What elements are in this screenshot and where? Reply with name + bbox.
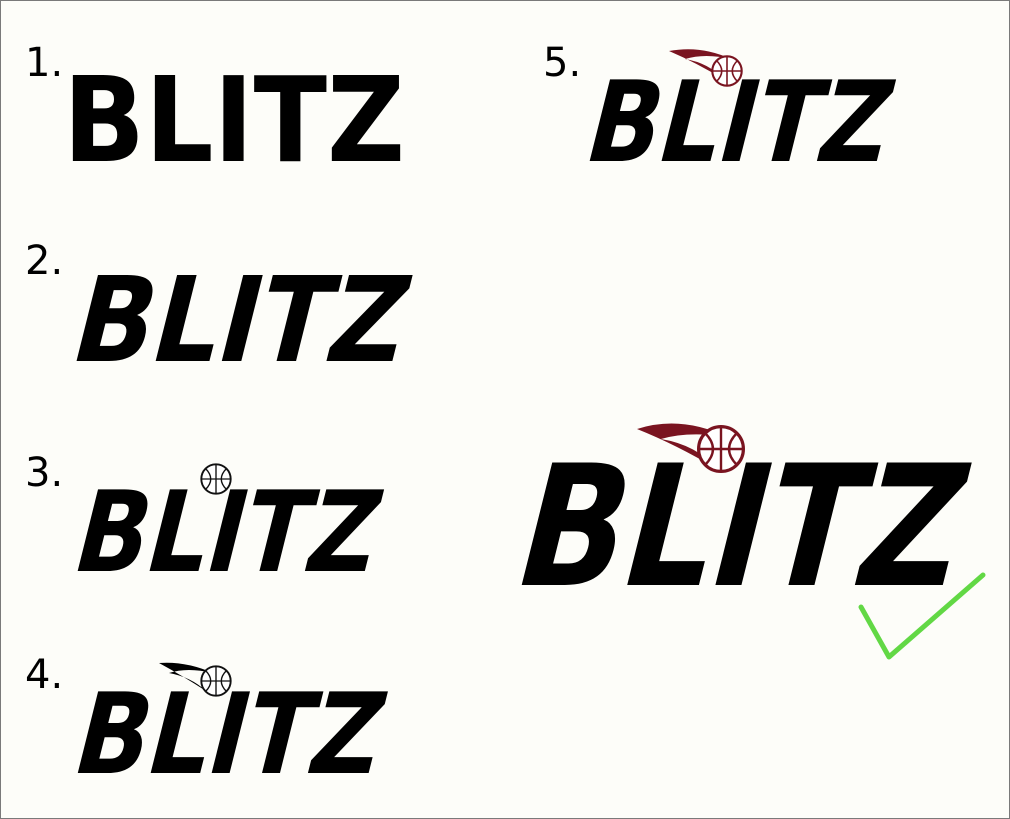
logo-artboard: BLITZ BLITZ BLITZ BLITZ BLITZ BLITZ — [60, 49, 988, 800]
logo-4-wordmark: BLITZ — [62, 669, 399, 800]
logo-3-basketball-icon — [200, 463, 232, 495]
concept-sheet: 1. 2. 3. 4. 5. BLITZ BLITZ BLITZ BLITZ B… — [0, 0, 1010, 819]
logo-4-basketball-icon — [200, 665, 232, 697]
logo-1-wordmark: BLITZ — [63, 51, 405, 189]
selected-wordmark: BLITZ — [499, 430, 988, 625]
selected-basketball-icon — [696, 425, 746, 473]
logo-2-wordmark: BLITZ — [60, 253, 424, 390]
logo-5-basketball-icon — [711, 55, 743, 87]
